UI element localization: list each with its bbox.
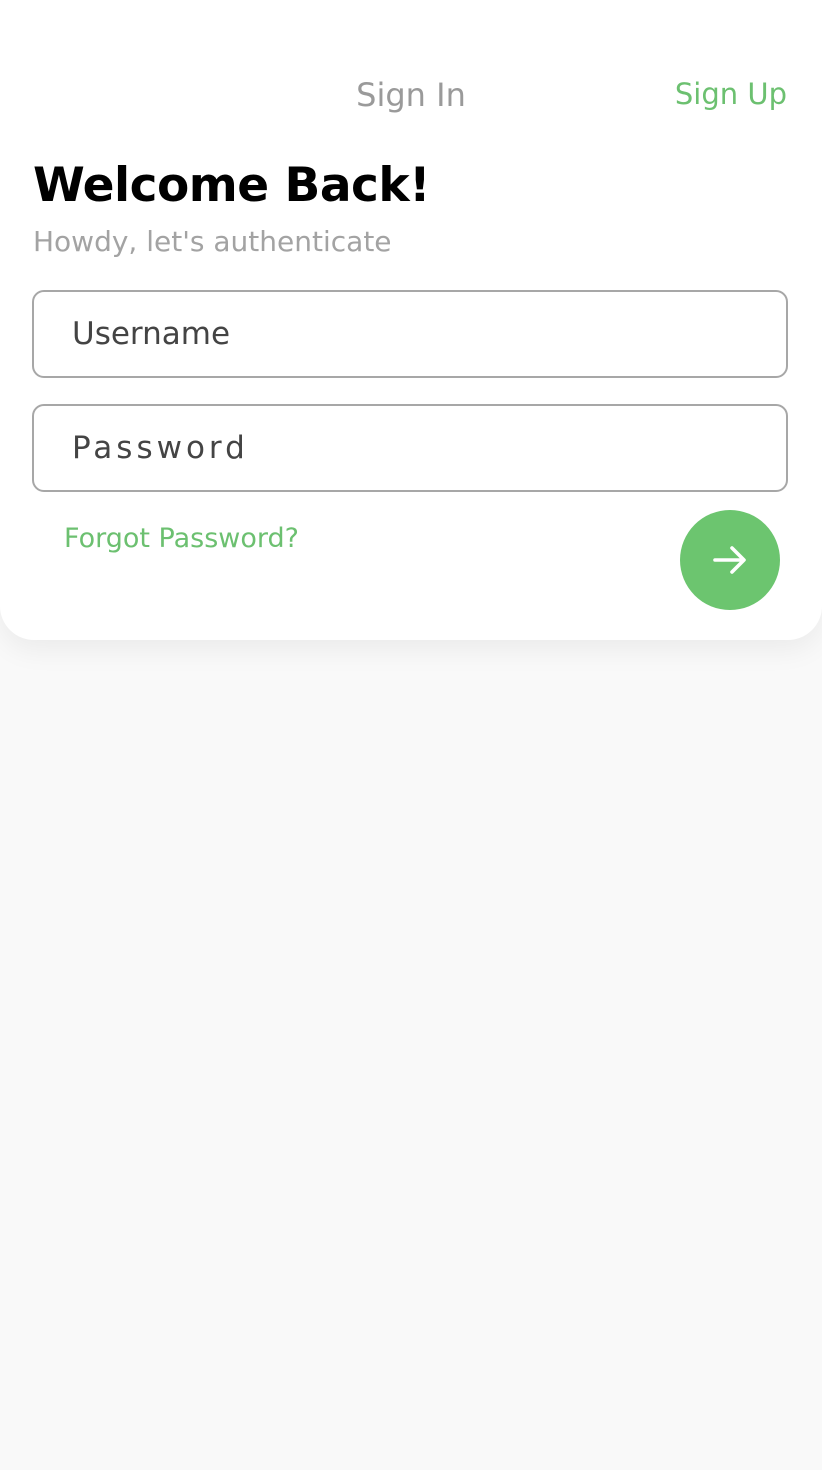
arrow-right-icon	[711, 541, 749, 579]
welcome-heading: Welcome Back!	[33, 158, 431, 213]
auth-card: Sign In Sign Up Welcome Back! Howdy, let…	[0, 0, 822, 640]
submit-button[interactable]	[680, 510, 780, 610]
sign-up-link[interactable]: Sign Up	[675, 73, 787, 115]
welcome-subheading: Howdy, let's authenticate	[33, 225, 392, 258]
forgot-password-link[interactable]: Forgot Password?	[64, 520, 299, 558]
username-input[interactable]	[32, 290, 788, 378]
password-input[interactable]	[32, 404, 788, 492]
